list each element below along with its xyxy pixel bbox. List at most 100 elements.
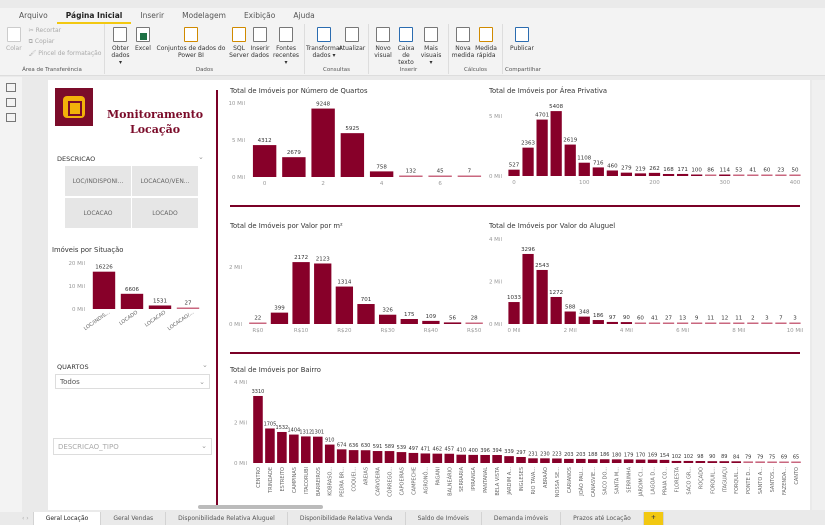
x-tick-label: IPIRANGA bbox=[471, 466, 477, 490]
data-label: 109 bbox=[426, 314, 437, 320]
data-label: 22 bbox=[254, 316, 261, 322]
data-label: 527 bbox=[509, 163, 520, 169]
data-label: 339 bbox=[504, 449, 514, 455]
data-label: 1272 bbox=[549, 290, 563, 296]
data-label: 114 bbox=[719, 168, 730, 174]
data-label: 230 bbox=[540, 451, 550, 457]
data-label: 6606 bbox=[125, 287, 139, 293]
x-tick-label: PONTE D... bbox=[746, 467, 752, 495]
bar bbox=[540, 458, 550, 463]
page-tab[interactable]: Prazos até Locação bbox=[561, 512, 644, 525]
data-label: 27 bbox=[185, 301, 192, 307]
bar bbox=[292, 262, 310, 324]
data-label: 497 bbox=[409, 446, 419, 452]
x-tick-label: CENTRO bbox=[256, 467, 262, 488]
bar bbox=[779, 461, 789, 463]
y-tick-label: 0 Mil bbox=[232, 175, 246, 181]
bar bbox=[384, 451, 395, 463]
x-tick-label: 4 bbox=[380, 181, 384, 187]
data-label: 630 bbox=[361, 443, 371, 449]
x-tick-label: R$0 bbox=[252, 328, 263, 334]
data-label: 348 bbox=[579, 310, 590, 316]
bar bbox=[508, 169, 520, 176]
data-label: 394 bbox=[492, 448, 502, 454]
data-label: 53 bbox=[735, 168, 742, 174]
bar bbox=[564, 311, 576, 324]
bar bbox=[432, 453, 443, 463]
page-tab[interactable]: Demanda imóveis bbox=[482, 512, 562, 525]
data-label: 79 bbox=[745, 454, 751, 460]
bar bbox=[465, 322, 483, 324]
bar bbox=[120, 293, 144, 309]
data-label: 716 bbox=[593, 160, 604, 166]
x-tick-label: CANASVIE... bbox=[591, 467, 597, 497]
y-tick-label: 0 Mil bbox=[234, 461, 248, 467]
x-tick-label: RIO TAVA... bbox=[531, 467, 537, 495]
data-label: 910 bbox=[325, 438, 335, 444]
data-label: 60 bbox=[637, 316, 644, 322]
x-tick-label: CAMPINAS bbox=[292, 467, 298, 493]
bar bbox=[92, 271, 116, 309]
data-label: 326 bbox=[382, 308, 393, 314]
bar bbox=[400, 319, 418, 324]
bar bbox=[671, 460, 682, 463]
data-label: 462 bbox=[433, 447, 443, 453]
data-label: 2543 bbox=[535, 263, 549, 269]
bar bbox=[705, 322, 717, 324]
bar bbox=[508, 302, 520, 324]
data-label: 90 bbox=[623, 315, 630, 321]
data-label: 203 bbox=[576, 452, 586, 458]
data-label: 12 bbox=[721, 316, 728, 322]
data-label: 674 bbox=[337, 442, 347, 448]
bar bbox=[456, 454, 467, 463]
page-nav-arrows[interactable]: ‹ › bbox=[18, 512, 34, 525]
y-tick-label: 10 Mil bbox=[228, 101, 245, 107]
bar bbox=[761, 322, 773, 324]
page-tab[interactable]: Disponibilidade Relativa Venda bbox=[288, 512, 406, 525]
x-tick-label: ESTREITO bbox=[280, 467, 286, 492]
data-label: 90 bbox=[709, 454, 715, 460]
x-tick-label: 400 bbox=[790, 180, 801, 186]
data-label: 3 bbox=[793, 316, 797, 322]
data-label: 589 bbox=[385, 444, 395, 450]
page-tab[interactable]: Geral Locação bbox=[33, 512, 102, 525]
bar bbox=[747, 322, 759, 324]
data-label: 3296 bbox=[521, 247, 535, 253]
x-tick-label: LOCACAO bbox=[144, 310, 167, 329]
x-tick-label: CARVOEIRA bbox=[376, 466, 382, 495]
bar bbox=[516, 456, 526, 463]
data-label: 65 bbox=[793, 455, 799, 461]
y-tick-label: 10 Mil bbox=[68, 284, 85, 290]
data-label: 5925 bbox=[345, 126, 359, 132]
add-page-button[interactable]: + bbox=[643, 512, 664, 525]
data-label: 396 bbox=[480, 448, 490, 454]
bar bbox=[348, 450, 359, 463]
bar bbox=[733, 174, 745, 176]
bar bbox=[576, 458, 586, 463]
x-tick-label: PAGANI bbox=[435, 467, 441, 486]
bar bbox=[536, 119, 548, 176]
bar bbox=[733, 322, 745, 324]
x-tick-label: PANTANAL bbox=[483, 467, 489, 493]
bar bbox=[312, 436, 323, 463]
bar bbox=[634, 173, 647, 176]
bar bbox=[468, 454, 478, 463]
bar bbox=[420, 453, 431, 463]
x-tick-label: 2 Mil bbox=[564, 328, 578, 334]
data-label: 171 bbox=[677, 167, 688, 173]
data-label: 50 bbox=[791, 168, 798, 174]
data-label: 102 bbox=[684, 454, 694, 460]
x-tick-label: NOSSA SE... bbox=[555, 467, 561, 498]
x-tick-label: SACO GR... bbox=[686, 467, 692, 495]
x-tick-label: R$30 bbox=[380, 328, 395, 334]
x-tick-label: ABRAÃO bbox=[542, 467, 549, 488]
page-tab[interactable]: Disponibilidade Relativa Aluguel bbox=[166, 512, 288, 525]
bar bbox=[676, 322, 689, 324]
x-tick-label: PRAIA CO... bbox=[663, 467, 669, 496]
x-tick-label: COQUEI... bbox=[352, 467, 358, 492]
data-label: 9248 bbox=[316, 102, 330, 108]
page-tab[interactable]: Geral Vendas bbox=[101, 512, 167, 525]
page-tab[interactable]: Saldo de Imóveis bbox=[406, 512, 482, 525]
bar bbox=[606, 170, 618, 176]
x-tick-label: KOBRASO... bbox=[328, 467, 334, 496]
